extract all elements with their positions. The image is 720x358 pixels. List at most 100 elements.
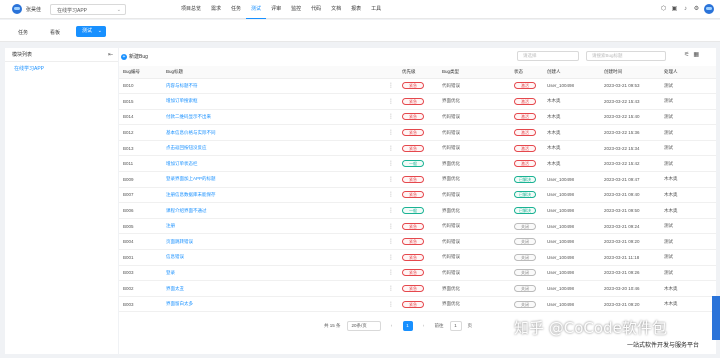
more-actions-icon[interactable]: ⋮	[384, 187, 398, 203]
priority-cell: 紧急	[398, 265, 438, 281]
more-actions-icon[interactable]: ⋮	[384, 125, 398, 141]
main-nav: 项目总览 需求 任务 测试 评审 监控 代码 文档 报表 工具	[176, 0, 386, 19]
more-actions-icon[interactable]: ⋮	[384, 140, 398, 156]
bug-title-link[interactable]: 点击返回按钮没反应	[162, 140, 384, 156]
bug-title-link[interactable]: 页面跳转错误	[162, 234, 384, 250]
bug-type: 代码错误	[442, 191, 460, 197]
table-row[interactable]: B005 注册 ⋮ 紧急 代码错误 关闭 User_100498 2023-03-21 09:…	[119, 218, 716, 234]
more-actions-icon[interactable]: ⋮	[384, 265, 398, 281]
table-row[interactable]: B009 登录界面加上APP的标题 ⋮ 紧急 界面优化 已解决 User_100498 202…	[119, 172, 716, 188]
table-row[interactable]: B001 信息错误 ⋮ 紧急 代码错误 关闭 User_100498 2023-03-21 1…	[119, 250, 716, 266]
table-row[interactable]: B002 界面太丑 ⋮ 紧急 界面优化 关闭 User_100498 2023-03-20 1…	[119, 281, 716, 297]
table-row[interactable]: B014 付款二维码显示不出来 ⋮ 紧急 代码错误 激活 木木奥 2023-03-22 15:…	[119, 109, 716, 125]
bug-id: B007	[123, 192, 134, 198]
bug-title-link[interactable]: 付款二维码显示不出来	[162, 109, 384, 125]
priority-badge: 紧急	[402, 269, 424, 277]
briefcase-icon[interactable]: ▣	[671, 6, 678, 13]
nav-item[interactable]: 工具	[366, 0, 386, 19]
table-row[interactable]: B013 点击返回按钮没反应 ⋮ 紧急 代码错误 激活 木木奥 2023-03-22 15:3…	[119, 140, 716, 156]
handler: 测试	[664, 160, 673, 166]
table-row[interactable]: B004 页面跳转错误 ⋮ 紧急 代码错误 关闭 User_100498 2023-03-21…	[119, 234, 716, 250]
more-actions-icon[interactable]: ⋮	[384, 172, 398, 188]
more-actions-icon[interactable]: ⋮	[384, 94, 398, 110]
bug-title-link[interactable]: 登录界面加上APP的标题	[162, 172, 384, 188]
creator: 木木奥	[547, 98, 561, 104]
avatar[interactable]	[12, 4, 22, 14]
settings-icon[interactable]: ⚙	[693, 6, 700, 13]
status-cell: 关闭	[510, 234, 543, 250]
more-actions-icon[interactable]: ⋮	[384, 296, 398, 312]
status-filter-select[interactable]: 请选择	[517, 51, 579, 61]
bug-type: 代码错误	[442, 223, 460, 229]
new-bug-button[interactable]: + 新建Bug	[121, 53, 148, 60]
nav-item[interactable]: 项目总览	[176, 0, 206, 19]
handler: 木木奥	[664, 176, 678, 182]
nav-item[interactable]: 报表	[346, 0, 366, 19]
tab-tasks[interactable]: 任务	[18, 29, 28, 36]
module-item[interactable]: 在线学习APP	[5, 62, 118, 76]
bug-title-link[interactable]: 增加订单搜索框	[162, 94, 384, 110]
more-actions-icon[interactable]: ⋮	[384, 281, 398, 297]
table-row[interactable]: B006 课程介绍界面不通过 ⋮ 一般 界面优化 已解决 User_100498 2023-0…	[119, 203, 716, 219]
more-actions-icon[interactable]: ⋮	[384, 109, 398, 125]
bug-title-link[interactable]: 课程介绍界面不通过	[162, 203, 384, 219]
table-row[interactable]: B007 注册信息数据库未能保存 ⋮ 紧急 代码错误 已解决 User_100498 2023…	[119, 187, 716, 203]
priority-badge: 紧急	[402, 253, 424, 261]
table-row[interactable]: B003 登录 ⋮ 紧急 代码错误 关闭 User_100498 2023-03-21 09:…	[119, 265, 716, 281]
chevron-down-icon: ⌄	[97, 28, 102, 34]
page-size-select[interactable]: 20条/页	[346, 321, 381, 331]
nav-item[interactable]: 监控	[286, 0, 306, 19]
status-badge: 已解决	[514, 191, 536, 199]
table-row[interactable]: B011 增加订单状态栏 ⋮ 一般 界面优化 激活 木木奥 2023-03-22 15:42 测…	[119, 156, 716, 172]
bug-title-link[interactable]: 注册信息数据库未能保存	[162, 187, 384, 203]
more-actions-icon[interactable]: ⋮	[384, 234, 398, 250]
more-actions-icon[interactable]: ⋮	[384, 250, 398, 266]
plus-icon: +	[121, 53, 127, 60]
collapse-icon[interactable]: ⇤	[108, 48, 113, 62]
table-row[interactable]: B015 增加订单搜索框 ⋮ 紧急 界面优化 激活 木木奥 2023-03-22 15:43 测…	[119, 94, 716, 110]
grid-icon[interactable]: ▦	[693, 51, 699, 58]
bug-title-link[interactable]: 增加订单状态栏	[162, 156, 384, 172]
more-actions-icon[interactable]: ⋮	[384, 78, 398, 94]
more-actions-icon[interactable]: ⋮	[384, 203, 398, 219]
nav-item[interactable]: 测试	[246, 0, 267, 19]
more-actions-icon[interactable]: ⋮	[384, 218, 398, 234]
project-select[interactable]: 在线学习APP ⌄	[50, 4, 126, 15]
total-count: 共 15 条	[324, 323, 341, 328]
bug-type: 界面优化	[442, 207, 460, 213]
bug-title-link[interactable]: 基本信息价格与实际不同	[162, 125, 384, 141]
table-row[interactable]: B010 内容与标题不符 ⋮ 紧急 代码错误 激活 User_100498 2023-03-2…	[119, 78, 716, 94]
side-badge	[712, 296, 720, 340]
table-row[interactable]: B003 界面留白太多 ⋮ 紧急 界面优化 关闭 User_100498 2023-03-21…	[119, 296, 716, 312]
goto-page-input[interactable]: 1	[449, 321, 462, 331]
test-dropdown-button[interactable]: 测试 ⌄	[76, 26, 106, 37]
status-cell: 关闭	[510, 296, 543, 312]
bug-title-search-input[interactable]: 请搜索Bug标题	[586, 51, 666, 61]
page-number[interactable]: 1	[402, 321, 413, 331]
next-page-icon[interactable]: ›	[419, 321, 429, 331]
nav-item[interactable]: 文档	[326, 0, 346, 19]
bug-title-link[interactable]: 注册	[162, 218, 384, 234]
nav-item[interactable]: 需求	[206, 0, 226, 19]
prev-page-icon[interactable]: ‹	[387, 321, 397, 331]
column-header: 创建时间	[600, 66, 660, 79]
table-row[interactable]: B012 基本信息价格与实际不同 ⋮ 紧急 代码错误 激活 木木奥 2023-03-22 15…	[119, 125, 716, 141]
bug-title-link[interactable]: 内容与标题不符	[162, 78, 384, 94]
module-panel-title: 模块列表	[12, 52, 33, 58]
column-header: 状态	[510, 66, 543, 79]
filter-settings-icon[interactable]: ⚟	[684, 51, 689, 58]
bell-icon[interactable]: ♪	[682, 6, 689, 13]
cube-icon[interactable]: ⬡	[660, 6, 667, 13]
tab-board[interactable]: 看板	[50, 29, 60, 36]
nav-item[interactable]: 任务	[226, 0, 246, 19]
status-cell: 激活	[510, 156, 543, 172]
bug-title-link[interactable]: 登录	[162, 265, 384, 281]
avatar[interactable]	[704, 4, 714, 14]
nav-item[interactable]: 评审	[266, 0, 286, 19]
bug-title-link[interactable]: 界面留白太多	[162, 296, 384, 312]
bug-title-link[interactable]: 信息错误	[162, 250, 384, 266]
bug-title-link[interactable]: 界面太丑	[162, 281, 384, 297]
priority-cell: 紧急	[398, 250, 438, 266]
nav-item[interactable]: 代码	[306, 0, 326, 19]
more-actions-icon[interactable]: ⋮	[384, 156, 398, 172]
